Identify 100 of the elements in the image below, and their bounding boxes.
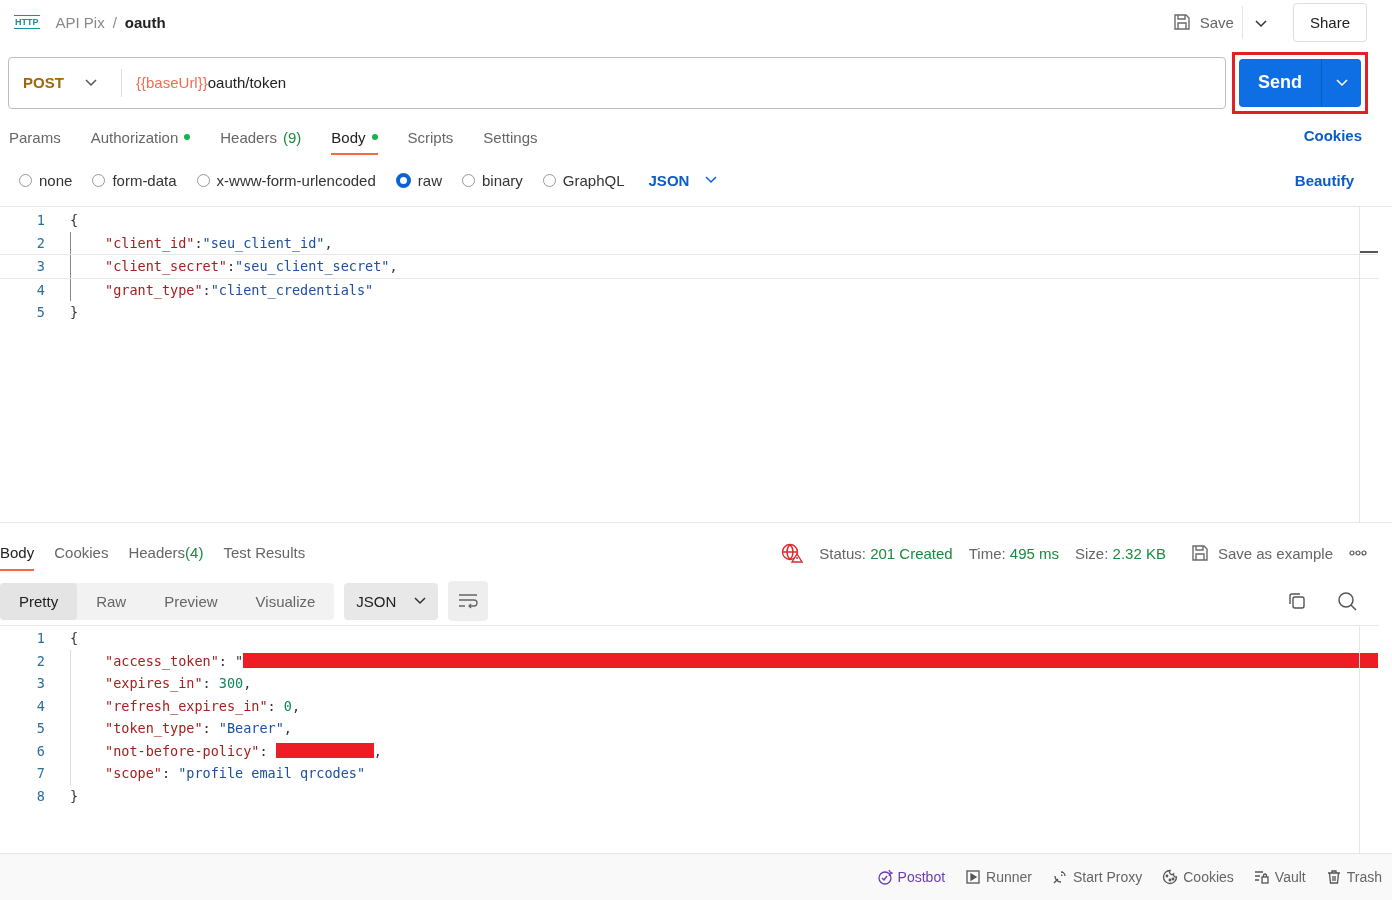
more-icon[interactable] <box>1349 550 1367 556</box>
share-button[interactable]: Share <box>1292 2 1367 42</box>
response-tab[interactable]: Body <box>0 535 35 571</box>
json-string: "profile email qrcodes" <box>178 765 366 782</box>
view-mode-tab[interactable]: Pretty <box>0 582 78 620</box>
json-punctuation: : <box>202 281 211 298</box>
copy-icon[interactable] <box>1287 591 1307 611</box>
footer-item[interactable]: Vault <box>1253 869 1306 885</box>
json-punctuation: : <box>267 697 277 714</box>
json-key: "client_id" <box>105 234 195 251</box>
format-dropdown[interactable]: JSON <box>648 171 718 189</box>
lock-list-icon <box>1253 869 1270 885</box>
body-type-radio[interactable]: form-data <box>92 171 177 189</box>
json-punctuation: : " <box>218 652 244 669</box>
request-tab[interactable]: Headers (9) <box>220 121 302 155</box>
json-key: "refresh_expires_in" <box>105 697 268 714</box>
json-punctuation: } <box>70 787 79 804</box>
cookie-icon <box>1162 869 1179 885</box>
line-number: 4 <box>35 281 46 298</box>
json-punctuation: , <box>373 742 382 759</box>
response-tab[interactable]: Headers(4) <box>128 535 204 571</box>
line-number: 1 <box>35 630 46 647</box>
save-button[interactable]: Save <box>1163 6 1242 38</box>
chevron-down-icon <box>1335 78 1348 87</box>
request-body-editor[interactable]: 1 { 2 "client_id":"seu_client_id", 3 "client_secret":"seu_client_secret", 4 "grant_type":"client_credentials" 5 } <box>0 207 1392 523</box>
view-mode-tab[interactable]: Raw <box>77 582 146 620</box>
response-format-dropdown[interactable]: JSON <box>344 582 439 620</box>
response-stat: Time: 495 ms <box>968 544 1060 562</box>
chevron-down-icon <box>85 78 97 87</box>
network-warning-icon[interactable] <box>781 543 804 563</box>
request-tab[interactable]: Params <box>9 121 61 155</box>
wrap-lines-icon <box>458 593 479 609</box>
view-mode-tab[interactable]: Preview <box>145 582 237 620</box>
json-string: "Bearer" <box>218 720 284 737</box>
chevron-down-icon <box>414 597 427 605</box>
body-type-radio[interactable]: raw <box>395 171 442 189</box>
json-string: "client_credentials" <box>210 281 374 298</box>
line-number: 5 <box>35 720 46 737</box>
wrap-lines-button[interactable] <box>448 581 489 621</box>
line-number: 5 <box>35 304 46 321</box>
request-tab[interactable]: Authorization <box>90 121 191 155</box>
sparkle-check-icon <box>876 869 893 885</box>
json-punctuation: : <box>202 720 212 737</box>
json-punctuation: : <box>226 258 236 275</box>
json-key: "not-before-policy" <box>105 742 260 759</box>
json-key: "token_type" <box>105 720 203 737</box>
json-key: "scope" <box>105 765 162 782</box>
response-tab[interactable]: Cookies <box>54 535 109 571</box>
footer-item[interactable]: Postbot <box>876 869 946 885</box>
save-as-example-button[interactable]: Save as example <box>1189 543 1333 563</box>
json-punctuation: , <box>283 720 292 737</box>
body-type-radio[interactable]: GraphQL <box>542 171 625 189</box>
request-tab[interactable]: Scripts <box>407 121 454 155</box>
json-punctuation: : <box>259 742 269 759</box>
body-type-radio[interactable]: binary <box>461 171 523 189</box>
footer-item[interactable]: Trash <box>1325 869 1382 885</box>
json-punctuation: } <box>70 304 79 321</box>
json-key: "expires_in" <box>105 675 203 692</box>
beautify-link[interactable]: Beautify <box>1294 171 1354 189</box>
chevron-down-icon <box>1254 19 1267 28</box>
body-type-radio[interactable]: none <box>19 171 73 189</box>
json-punctuation: , <box>324 234 333 251</box>
json-punctuation: : <box>161 765 172 782</box>
view-mode-tab[interactable]: Visualize <box>236 582 335 620</box>
trash-icon <box>1325 869 1342 885</box>
line-number: 4 <box>35 697 46 714</box>
json-number: 300 <box>218 675 244 692</box>
body-type-radio[interactable]: x-www-form-urlencoded <box>196 171 376 189</box>
json-punctuation: { <box>70 630 79 647</box>
json-punctuation: , <box>389 258 398 275</box>
line-number: 3 <box>35 258 46 275</box>
method-dropdown[interactable]: POST <box>9 74 111 91</box>
save-icon <box>1189 543 1210 563</box>
footer-item[interactable]: Cookies <box>1162 869 1234 885</box>
json-punctuation: { <box>70 212 79 229</box>
json-string: "seu_client_secret" <box>235 258 390 275</box>
save-icon <box>1171 12 1192 32</box>
response-stat: Size: 2.32 KB <box>1075 544 1166 562</box>
search-icon[interactable] <box>1337 591 1357 611</box>
json-string: "seu_client_id" <box>202 234 325 251</box>
json-key: "grant_type" <box>105 281 203 298</box>
satellite-icon <box>1052 869 1068 885</box>
request-tab[interactable]: Body <box>331 121 378 155</box>
chevron-down-icon <box>705 176 718 184</box>
json-punctuation: : <box>194 234 203 251</box>
cookies-link[interactable]: Cookies <box>1303 126 1362 144</box>
request-name: oauth <box>124 13 166 31</box>
http-badge: HTTP <box>14 15 40 29</box>
response-tab[interactable]: Test Results <box>223 535 306 571</box>
url-text[interactable]: {{baseUrl}}oauth/token <box>136 74 287 91</box>
play-icon <box>965 869 982 885</box>
footer-item[interactable]: Start Proxy <box>1052 869 1143 885</box>
footer-item[interactable]: Runner <box>965 869 1032 885</box>
json-punctuation: , <box>243 675 252 692</box>
request-tab[interactable]: Settings <box>483 121 538 155</box>
collection-name[interactable]: API Pix <box>55 13 105 31</box>
url-bar[interactable]: POST {{baseUrl}}oauth/token <box>8 56 1226 109</box>
json-key: "client_secret" <box>105 258 227 275</box>
line-number: 7 <box>35 765 46 782</box>
line-number: 2 <box>35 234 46 251</box>
